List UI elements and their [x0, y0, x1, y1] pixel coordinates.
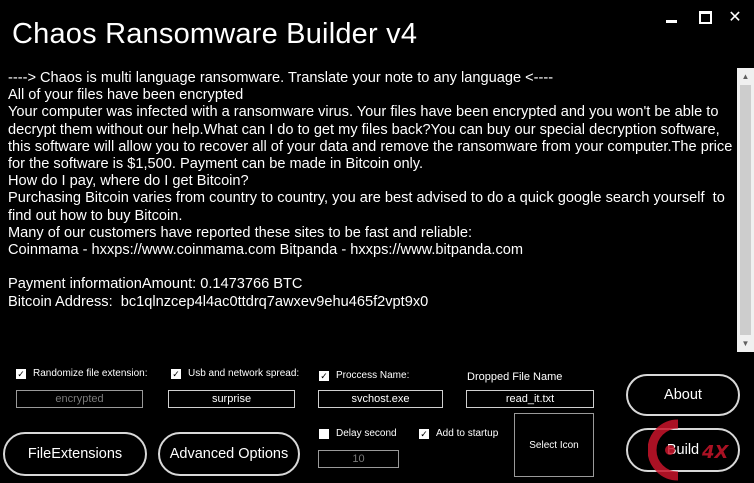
delay-second-label: Delay second — [336, 428, 397, 439]
advanced-options-button[interactable]: Advanced Options — [158, 432, 300, 476]
checkbox-check-icon: ✓ — [319, 370, 329, 381]
maximize-button[interactable] — [694, 6, 716, 28]
ransom-note-textbox[interactable]: ----> Chaos is multi language ransomware… — [8, 70, 734, 350]
randomize-extension-checkbox[interactable]: ✓ Randomize file extension: — [16, 368, 148, 379]
file-extensions-button[interactable]: FileExtensions — [3, 432, 147, 476]
add-startup-label: Add to startup — [436, 428, 499, 439]
checkbox-check-icon: ✓ — [419, 428, 429, 439]
process-name-checkbox[interactable]: ✓ Proccess Name: — [319, 370, 409, 381]
process-name-label: Proccess Name: — [336, 370, 410, 381]
usb-spread-checkbox[interactable]: ✓ Usb and network spread: — [171, 368, 299, 379]
scroll-up-icon[interactable]: ▲ — [737, 68, 754, 85]
checkbox-check-icon: ✓ — [171, 368, 181, 379]
dropped-file-label: Dropped File Name — [467, 371, 563, 383]
usb-spread-label: Usb and network spread: — [188, 368, 300, 379]
about-button[interactable]: About — [626, 374, 740, 416]
randomize-extension-label: Randomize file extension: — [33, 368, 148, 379]
delay-second-checkbox[interactable]: Delay second — [319, 428, 397, 439]
close-icon: ✕ — [728, 9, 742, 26]
build-button[interactable]: Build — [626, 428, 740, 472]
minimize-icon — [665, 19, 677, 23]
extension-input[interactable]: encrypted — [16, 390, 143, 408]
checkbox-check-icon: ✓ — [16, 368, 26, 379]
window-title: Chaos Ransomware Builder v4 — [12, 18, 418, 50]
maximize-icon — [698, 10, 712, 24]
delay-second-input[interactable]: 10 — [318, 450, 399, 468]
add-startup-checkbox[interactable]: ✓ Add to startup — [419, 428, 498, 439]
scroll-down-icon[interactable]: ▼ — [737, 335, 754, 352]
note-scrollbar[interactable]: ▲ ▼ — [737, 68, 754, 352]
scroll-thumb[interactable] — [740, 85, 751, 335]
process-name-input[interactable]: svchost.exe — [318, 390, 443, 408]
minimize-button[interactable] — [660, 6, 682, 28]
dropped-file-input[interactable]: read_it.txt — [466, 390, 594, 408]
checkbox-empty-icon — [319, 428, 329, 439]
spread-name-input[interactable]: surprise — [168, 390, 295, 408]
select-icon-button[interactable]: Select Icon — [514, 413, 594, 477]
close-button[interactable]: ✕ — [724, 6, 746, 28]
